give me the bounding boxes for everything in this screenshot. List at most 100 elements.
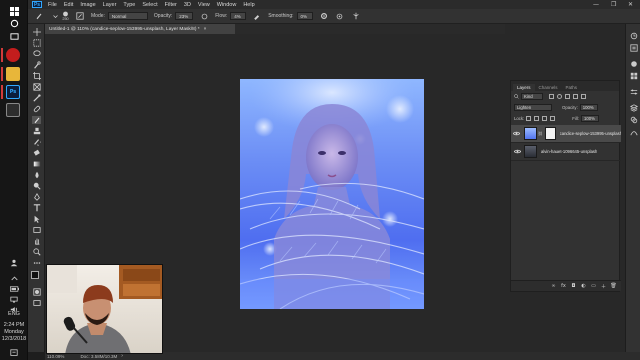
menu-window[interactable]: Window	[217, 2, 237, 8]
lock-image-icon[interactable]	[534, 116, 540, 121]
close-button[interactable]: ✕	[628, 1, 633, 8]
fill-input[interactable]: 100%	[580, 115, 599, 122]
task-view-icon[interactable]	[4, 28, 24, 44]
adjustment-filter-icon[interactable]	[557, 94, 562, 99]
clock-time[interactable]: 2:24 PM	[0, 322, 28, 329]
maximize-button[interactable]: ❐	[611, 1, 616, 8]
lock-transparent-icon[interactable]	[526, 116, 532, 121]
history-brush-tool-icon[interactable]	[32, 138, 41, 146]
link-icon[interactable]: ⛓	[538, 131, 543, 136]
pen-tool-icon[interactable]	[32, 193, 41, 201]
color-panel-icon[interactable]	[629, 60, 638, 68]
blur-tool-icon[interactable]	[32, 171, 41, 179]
quick-select-tool-icon[interactable]	[32, 61, 41, 69]
document-size[interactable]: Doc: 3.58M/10.3M	[80, 354, 117, 359]
menu-select[interactable]: Select	[142, 2, 157, 8]
properties-panel-icon[interactable]	[629, 44, 638, 52]
tab-channels[interactable]: Channels	[535, 84, 562, 91]
chevron-down-icon[interactable]	[50, 11, 60, 21]
zoom-level[interactable]: 110.09%	[47, 354, 64, 359]
dodge-tool-icon[interactable]	[32, 182, 41, 190]
layer-mask-thumbnail[interactable]	[544, 127, 556, 140]
marquee-tool-icon[interactable]	[32, 39, 41, 47]
new-layer-icon[interactable]: ＋	[600, 283, 607, 290]
lock-position-icon[interactable]	[542, 116, 548, 121]
menu-file[interactable]: File	[48, 2, 57, 8]
eyedropper-tool-icon[interactable]	[32, 94, 41, 102]
hand-tool-icon[interactable]	[32, 237, 41, 245]
channels-panel-icon[interactable]	[629, 116, 638, 124]
layer-row[interactable]: alvin-hauet-1096645-unsplash	[511, 143, 621, 161]
layers-panel-icon[interactable]	[629, 104, 638, 112]
type-filter-icon[interactable]	[565, 94, 570, 99]
layer-row[interactable]: ⛓ candice-seplow-153995-unsplash	[511, 125, 621, 143]
move-tool-icon[interactable]	[32, 28, 41, 36]
quick-mask-icon[interactable]	[32, 288, 41, 296]
link-layers-icon[interactable]: ∞	[550, 283, 557, 290]
clone-stamp-tool-icon[interactable]	[32, 127, 41, 135]
adjustment-layer-icon[interactable]: ◐	[580, 283, 587, 290]
document-canvas[interactable]	[240, 79, 424, 309]
pressure-size-icon[interactable]	[335, 11, 345, 21]
healing-brush-tool-icon[interactable]	[32, 105, 41, 113]
type-tool-icon[interactable]	[32, 204, 41, 212]
frame-tool-icon[interactable]	[32, 83, 41, 91]
menu-view[interactable]: View	[198, 2, 210, 8]
brush-size-picker[interactable]: 250	[62, 11, 69, 21]
screen-mode-icon[interactable]	[32, 299, 41, 307]
pressure-opacity-icon[interactable]	[199, 11, 209, 21]
layer-style-icon[interactable]: fx	[560, 283, 567, 290]
lock-all-icon[interactable]	[550, 116, 556, 121]
eraser-tool-icon[interactable]	[32, 149, 41, 157]
blend-mode-select[interactable]: Lighten	[514, 104, 552, 111]
history-panel-icon[interactable]	[629, 32, 638, 40]
document-tab[interactable]: Untitled-1 @ 110% (candice-seplow-153995…	[45, 24, 235, 34]
eye-icon[interactable]	[513, 130, 521, 138]
pixel-filter-icon[interactable]	[549, 94, 554, 99]
foreground-color-swatch[interactable]	[31, 271, 39, 279]
add-mask-icon[interactable]: ◘	[570, 283, 577, 290]
shape-filter-icon[interactable]	[573, 94, 578, 99]
menu-image[interactable]: Image	[80, 2, 95, 8]
layer-opacity-input[interactable]: 100%	[579, 104, 598, 111]
symmetry-icon[interactable]	[351, 11, 361, 21]
opera-app-icon[interactable]	[6, 48, 20, 62]
flow-input[interactable]: 4%	[230, 12, 247, 20]
eye-icon[interactable]	[513, 148, 521, 156]
menu-type[interactable]: Type	[123, 2, 135, 8]
adjustments-panel-icon[interactable]	[629, 88, 638, 96]
opacity-input[interactable]: 23%	[175, 12, 194, 20]
gradient-tool-icon[interactable]	[32, 160, 41, 168]
minimize-button[interactable]: —	[593, 1, 599, 8]
menu-help[interactable]: Help	[243, 2, 254, 8]
brush-settings-panel-icon[interactable]	[75, 11, 85, 21]
zoom-tool-icon[interactable]	[32, 248, 41, 256]
smart-object-filter-icon[interactable]	[581, 94, 586, 99]
mode-select[interactable]: Normal	[107, 12, 148, 20]
lasso-tool-icon[interactable]	[32, 50, 41, 58]
new-group-icon[interactable]: ▭	[590, 283, 597, 290]
filter-kind-select[interactable]: Kind	[521, 93, 543, 100]
tab-layers[interactable]: Layers	[513, 84, 535, 91]
gear-icon[interactable]	[319, 11, 329, 21]
path-selection-tool-icon[interactable]	[32, 215, 41, 223]
paths-panel-icon[interactable]	[629, 128, 638, 136]
menu-edit[interactable]: Edit	[64, 2, 73, 8]
menu-3d[interactable]: 3D	[184, 2, 191, 8]
crop-tool-icon[interactable]	[32, 72, 41, 80]
document-tab-close[interactable]: ×	[204, 27, 207, 32]
more-tools-icon[interactable]	[32, 259, 41, 267]
rectangle-tool-icon[interactable]	[32, 226, 41, 234]
brush-tool-icon[interactable]	[32, 116, 41, 124]
tab-paths[interactable]: Paths	[562, 84, 582, 91]
people-icon[interactable]	[4, 255, 24, 271]
swatches-panel-icon[interactable]	[629, 72, 638, 80]
file-explorer-icon[interactable]	[6, 67, 20, 81]
trash-icon[interactable]: 🗑	[610, 283, 617, 290]
airbrush-icon[interactable]	[252, 11, 262, 21]
notification-icon[interactable]	[4, 345, 24, 360]
smoothing-input[interactable]: 0%	[296, 12, 313, 20]
photoshop-app-icon[interactable]: Ps	[6, 85, 20, 99]
brush-tool-preset-icon[interactable]	[34, 11, 44, 21]
menu-layer[interactable]: Layer	[103, 2, 117, 8]
